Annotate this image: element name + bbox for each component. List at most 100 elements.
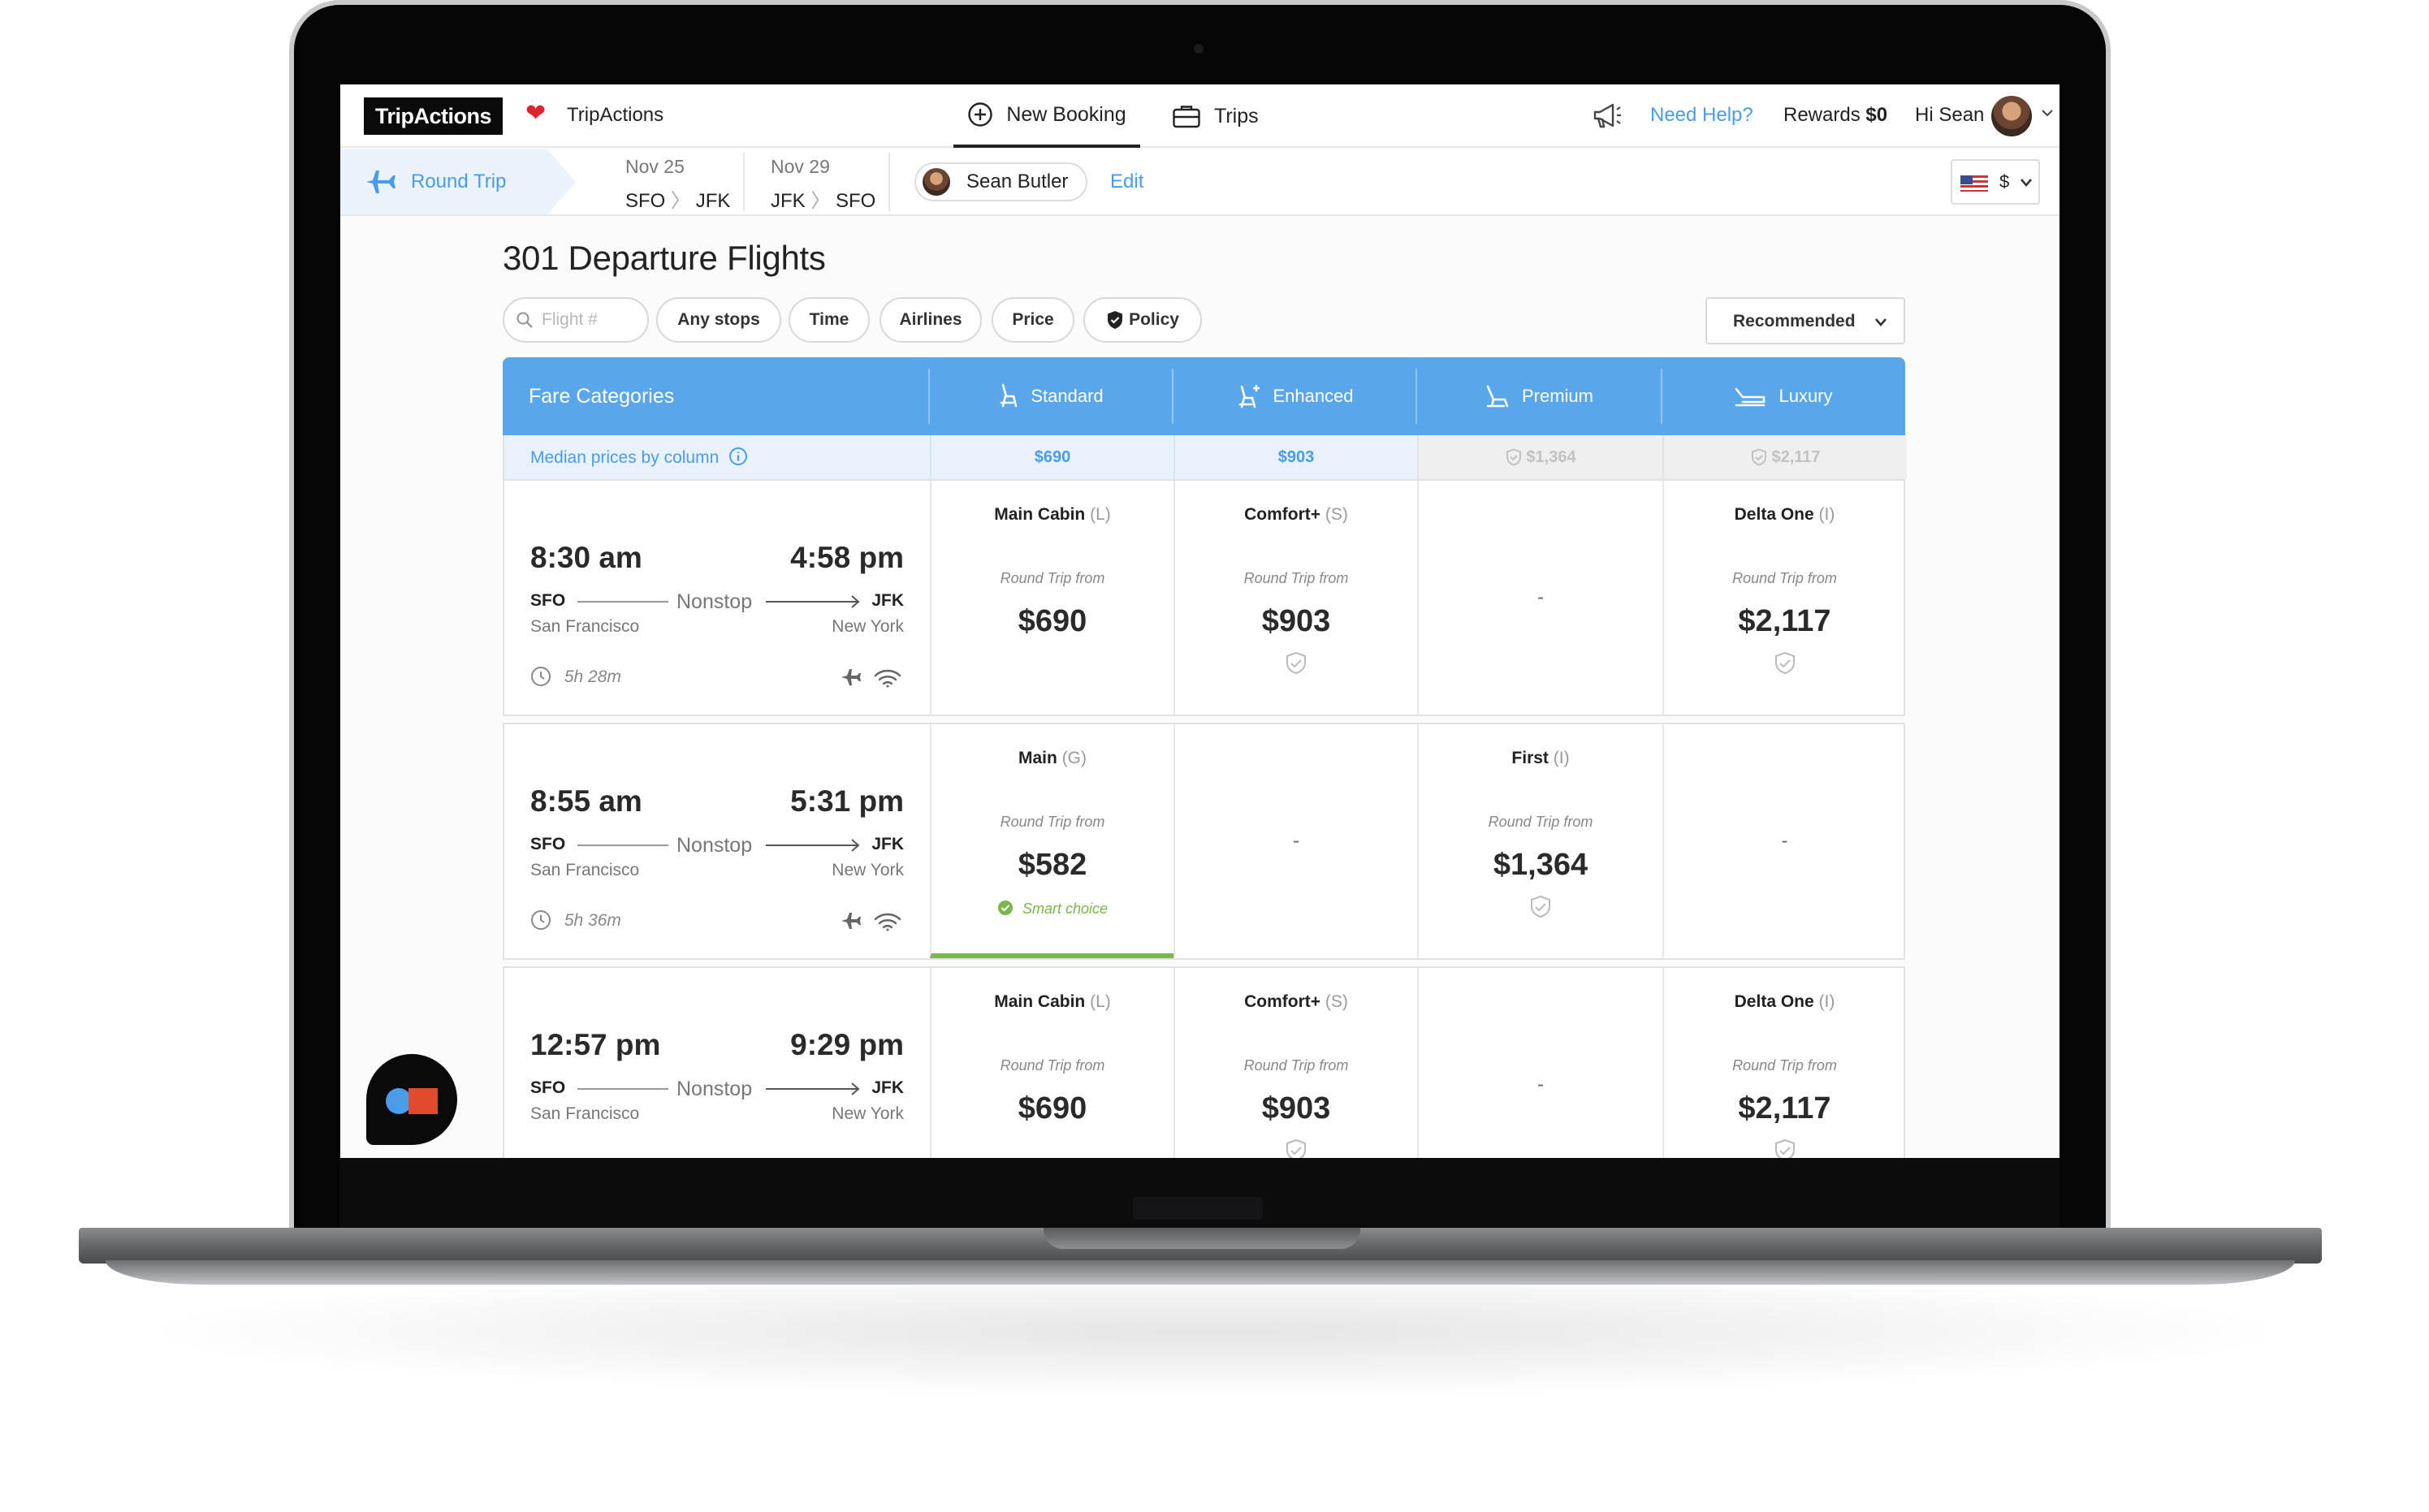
flight-summary[interactable]: 8:30 am 4:58 pm SFO JFK San Francisco Ne… xyxy=(504,481,930,715)
clock-icon xyxy=(531,910,551,930)
megaphone-icon[interactable] xyxy=(1590,101,1623,132)
fare-price: $903 xyxy=(1261,1091,1331,1125)
camera-icon xyxy=(1194,44,1204,54)
fare-class: Comfort+ (S) xyxy=(1175,992,1417,1012)
logo[interactable]: TripActions xyxy=(364,97,504,135)
median-price-luxury: $2,117 xyxy=(1662,435,1907,479)
chat-square xyxy=(408,1088,438,1114)
divider xyxy=(743,153,745,211)
fare-categories-label: Fare Categories xyxy=(529,385,675,408)
plus-circle-icon xyxy=(968,102,993,127)
sort-label: Recommended xyxy=(1733,312,1856,330)
fare-price: $2,117 xyxy=(1738,1091,1831,1125)
trip-leg-outbound[interactable]: Nov 25 SFO 〉 JFK xyxy=(625,156,730,213)
chevron-down-icon[interactable] xyxy=(2040,106,2055,120)
traveler-chip[interactable]: Sean Butler xyxy=(914,162,1088,201)
filter-price[interactable]: Price xyxy=(992,297,1074,343)
fare-cell-premium[interactable]: First (I) Round Trip from $1,364 xyxy=(1417,724,1662,958)
fare-unavailable: - xyxy=(1537,1074,1544,1095)
fare-cell-standard[interactable]: Main (G) Round Trip from $582 Smart choi… xyxy=(930,724,1173,958)
column-enhanced[interactable]: Enhanced xyxy=(1172,369,1415,424)
out-of-policy-shield-icon xyxy=(1286,651,1306,675)
column-standard[interactable]: Standard xyxy=(928,369,1172,424)
check-circle-icon xyxy=(997,901,1013,915)
avatar[interactable] xyxy=(1991,96,2032,136)
org-name: TripActions xyxy=(567,104,664,126)
edit-trip-link[interactable]: Edit xyxy=(1110,171,1143,193)
trip-leg-return[interactable]: Nov 29 JFK 〉 SFO xyxy=(771,156,875,213)
median-label-text: Median prices by column xyxy=(530,448,720,467)
leg-from: SFO xyxy=(625,190,666,212)
fare-cell-enhanced[interactable]: Comfort+ (S) Round Trip from $903 xyxy=(1173,481,1417,715)
app-screen: TripActions ❤ TripActions New Booking Tr… xyxy=(340,84,2059,1158)
column-premium[interactable]: Premium xyxy=(1415,369,1661,424)
route-line xyxy=(577,601,668,603)
fare-cell-luxury[interactable]: Delta One (I) Round Trip from $2,117 xyxy=(1662,481,1905,715)
top-nav: TripActions ❤ TripActions New Booking Tr… xyxy=(340,84,2059,148)
route-arrow-icon xyxy=(766,839,860,852)
fare-class: Main Cabin (L) xyxy=(931,505,1173,525)
leg-date: Nov 29 xyxy=(771,156,830,177)
route-arrow-icon xyxy=(766,1082,860,1095)
fare-class: First (I) xyxy=(1419,749,1662,768)
fare-class-name: Main Cabin xyxy=(994,505,1086,524)
fare-cell-standard[interactable]: Main Cabin (L) Round Trip from $690 xyxy=(930,968,1173,1158)
route-chevron-icon: 〉 xyxy=(671,190,691,212)
round-trip-from-label: Round Trip from xyxy=(1000,570,1105,586)
tab-new-booking[interactable]: New Booking xyxy=(953,84,1140,148)
currency-select[interactable]: $ xyxy=(1951,159,2040,205)
round-trip-from-label: Round Trip from xyxy=(1488,814,1593,830)
route-chevron-icon: 〉 xyxy=(810,190,831,212)
destination-code: JFK xyxy=(871,835,904,853)
fare-price: $690 xyxy=(1018,1091,1087,1125)
filter-airlines[interactable]: Airlines xyxy=(880,297,982,343)
avatar xyxy=(923,168,950,196)
fare-cell-luxury[interactable]: Delta One (I) Round Trip from $2,117 xyxy=(1662,968,1905,1158)
plane-icon xyxy=(841,669,861,685)
flight-summary[interactable]: 8:55 am 5:31 pm SFO JFK San Francisco Ne… xyxy=(504,724,930,958)
laptop-thumb-groove xyxy=(1044,1228,1360,1249)
flatbed-icon xyxy=(1735,387,1766,407)
filter-stops[interactable]: Any stops xyxy=(656,297,781,343)
filter-time[interactable]: Time xyxy=(789,297,870,343)
chat-icon[interactable] xyxy=(366,1054,457,1145)
shield-icon xyxy=(1506,448,1522,466)
destination-city: New York xyxy=(832,861,904,879)
destination-code: JFK xyxy=(871,591,904,610)
smart-choice-badge: Smart choice xyxy=(931,900,1173,918)
median-value: $1,364 xyxy=(1526,447,1576,466)
user-greeting[interactable]: Hi Sean xyxy=(1915,104,1984,127)
fare-cell-enhanced[interactable]: Comfort+ (S) Round Trip from $903 xyxy=(1173,968,1417,1158)
rewards-link[interactable]: Rewards $0 xyxy=(1783,104,1887,127)
column-label: Premium xyxy=(1521,386,1593,406)
filter-policy[interactable]: Policy xyxy=(1083,297,1202,343)
chevron-down-icon xyxy=(2021,179,2032,187)
info-icon[interactable] xyxy=(728,447,748,466)
column-luxury[interactable]: Luxury xyxy=(1661,369,1905,424)
round-trip-from-label: Round Trip from xyxy=(1732,570,1837,586)
destination-city: New York xyxy=(832,1104,904,1123)
median-price-standard: $690 xyxy=(930,435,1173,479)
fare-price: $903 xyxy=(1261,604,1331,638)
flight-summary[interactable]: 12:57 pm 9:29 pm SFO JFK San Francisco N… xyxy=(504,968,930,1158)
need-help-link[interactable]: Need Help? xyxy=(1650,104,1753,127)
fare-cell-standard[interactable]: Main Cabin (L) Round Trip from $690 xyxy=(930,481,1173,715)
seat-plus-icon xyxy=(1239,385,1260,408)
trip-type[interactable]: Round Trip xyxy=(340,149,576,214)
us-flag-icon xyxy=(1960,175,1988,192)
fare-cell-enhanced: - xyxy=(1173,724,1417,958)
seat-icon xyxy=(1001,383,1018,408)
rewards-label: Rewards xyxy=(1783,104,1861,126)
departure-time: 8:30 am xyxy=(530,541,642,574)
divider xyxy=(888,153,890,211)
tab-trips[interactable]: Trips xyxy=(1172,84,1259,148)
origin-city: San Francisco xyxy=(530,617,640,636)
laptop-base-edge xyxy=(106,1260,2295,1285)
flight-number-search[interactable]: Flight # xyxy=(503,297,649,343)
page-title: 301 Departure Flights xyxy=(503,239,826,277)
fare-class-name: Comfort+ xyxy=(1244,992,1321,1011)
floor-shadow xyxy=(130,1267,2298,1397)
round-trip-from-label: Round Trip from xyxy=(1732,1057,1837,1074)
route-line xyxy=(577,1088,668,1090)
sort-dropdown[interactable]: Recommended xyxy=(1705,297,1905,344)
